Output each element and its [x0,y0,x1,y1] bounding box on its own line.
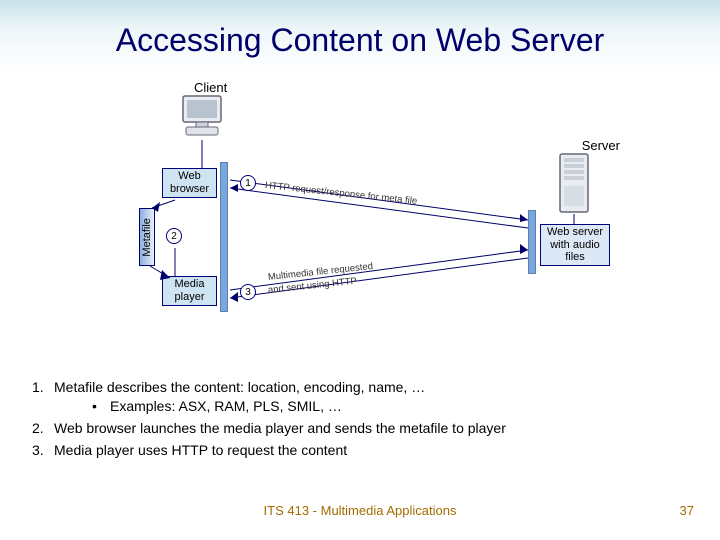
bullet-2: 2. Web browser launches the media player… [26,419,694,438]
metafile-label: Metafile [141,218,154,257]
server-box-label: Web server with audio files [541,226,609,264]
bullet-1-text: Metafile describes the content: location… [54,379,425,395]
bullet-2-num: 2. [32,419,44,438]
step-1-circle: 1 [240,175,256,191]
bullet-3: 3. Media player uses HTTP to request the… [26,441,694,460]
slide-title: Accessing Content on Web Server [0,22,720,59]
metafile-box: Metafile [139,208,155,266]
bullet-1-sub-text: Examples: ASX, RAM, PLS, SMIL, … [110,398,342,414]
server-box: Web server with audio files [540,224,610,266]
diagram: Client Server Web browser Media player M… [120,80,620,370]
media-player-box: Media player [162,276,217,306]
monitor-icon [180,94,224,140]
annotation-http-meta: HTTP request/response for meta file [264,180,417,207]
bullet-3-num: 3. [32,441,44,460]
bullet-1: 1. Metafile describes the content: locat… [26,378,694,416]
bullet-1-sub: Examples: ASX, RAM, PLS, SMIL, … [82,397,694,416]
bullet-3-text: Media player uses HTTP to request the co… [54,442,347,458]
server-timeline-bar [528,210,536,274]
bullet-2-text: Web browser launches the media player an… [54,420,506,436]
step-3-circle: 3 [240,284,256,300]
footer-page-number: 37 [680,503,694,518]
bullet-list: 1. Metafile describes the content: locat… [26,378,694,463]
step-2-circle: 2 [166,228,182,244]
bullet-1-num: 1. [32,378,44,397]
server-icon [558,152,590,214]
client-timeline-bar [220,162,228,312]
media-player-label: Media player [163,278,216,303]
web-browser-box: Web browser [162,168,217,198]
web-browser-label: Web browser [163,170,216,195]
client-label: Client [194,80,227,95]
server-label: Server [582,138,620,153]
footer-course: ITS 413 - Multimedia Applications [0,503,720,518]
